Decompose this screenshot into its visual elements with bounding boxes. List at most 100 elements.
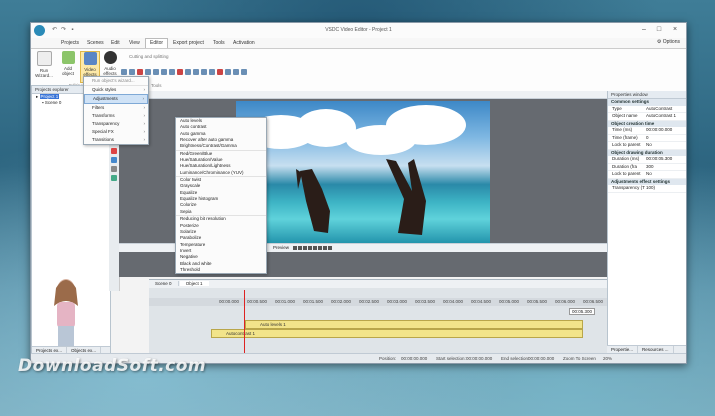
property-value[interactable]: 300 (646, 164, 654, 171)
toolbar-icon[interactable] (111, 157, 117, 163)
tree-item-label: Scene 0 (44, 100, 62, 105)
property-row[interactable]: Transparency (T 100) (608, 185, 686, 193)
menu-item-transforms[interactable]: Transforms › (84, 112, 148, 120)
time-ruler[interactable]: 00:00.000 00:00.500 00:01.000 00:01.500 00:0… (149, 298, 637, 306)
toolbar-icon[interactable] (111, 166, 117, 172)
menu-view[interactable]: View (125, 39, 144, 48)
menu-item-quick-styles[interactable]: Quick styles › (84, 85, 148, 94)
properties-panel: Properties window Common settings Type Aut… (607, 91, 686, 363)
chevron-right-icon: › (143, 137, 146, 142)
submenu-item[interactable]: Red/Green/Blue (176, 149, 266, 157)
submenu-item[interactable]: Reducing bit resolution (176, 215, 266, 222)
tool-icon[interactable] (161, 69, 167, 75)
menu-item-special-fx[interactable]: Special FX › (84, 128, 148, 136)
preview-label[interactable]: Preview (273, 245, 289, 250)
toolbar-icon[interactable] (111, 148, 117, 154)
menu-tools[interactable]: Tools (209, 39, 229, 48)
tab-resources[interactable]: Resources ... (638, 346, 674, 353)
property-row[interactable]: Type AutoContrast (608, 106, 686, 113)
ruler-tick-label: 00:04.000 (443, 299, 464, 304)
tool-icon[interactable] (185, 69, 191, 75)
menu-export-project[interactable]: Export project (169, 39, 208, 48)
status-zoom-value[interactable]: 20% (603, 354, 612, 363)
end-time-badge: 00:05.300 (569, 308, 596, 315)
mute-icon[interactable] (328, 246, 332, 250)
property-key: Time (ms) (612, 127, 633, 132)
window-title: VSDC Video Editor - Project 1 (325, 27, 392, 33)
prev-frame-icon[interactable] (303, 246, 307, 250)
property-key: Duration (ms) (612, 156, 640, 161)
status-zoom-label[interactable]: Zoom To Screen (563, 354, 596, 363)
menu-item-transparency[interactable]: Transparency › (84, 120, 148, 128)
menu-editor[interactable]: Editor (145, 38, 169, 48)
menu-edit[interactable]: Edit (107, 39, 124, 48)
watermark: DownloadSoft.com (18, 356, 207, 376)
property-value[interactable]: 0 (646, 135, 649, 142)
rewind-icon[interactable] (313, 246, 317, 250)
forward-icon[interactable] (318, 246, 322, 250)
add-object-button[interactable]: Add object (59, 51, 77, 81)
close-button[interactable]: × (668, 25, 682, 35)
property-value[interactable]: 00:00:05.300 (646, 156, 672, 163)
menu-scenes[interactable]: Scenes (83, 39, 108, 48)
tool-icon[interactable] (241, 69, 247, 75)
menu-item-run-wizard[interactable]: Run object's wizard... (84, 77, 148, 85)
property-key: Duration (fra (612, 163, 638, 169)
menu-item-transitions[interactable]: Transitions › (84, 136, 148, 144)
maximize-button[interactable]: □ (652, 25, 666, 35)
tool-icon[interactable] (145, 69, 151, 75)
submenu-item[interactable]: Threshold (176, 267, 266, 273)
tab-scene[interactable]: Scene 0 (149, 281, 179, 286)
loop-icon[interactable] (323, 246, 327, 250)
options-button[interactable]: ⚙ Options (657, 39, 680, 45)
add-object-label: Add object (61, 66, 74, 76)
timeline-track[interactable]: Autocontrast 1 (211, 329, 583, 338)
property-value[interactable]: AutoContrast (646, 106, 672, 113)
menu-item-label: Transforms (92, 113, 115, 118)
minimize-button[interactable]: – (637, 25, 651, 35)
timeline-track[interactable]: Auto levels 1 (245, 320, 583, 329)
tool-icon[interactable] (121, 69, 127, 75)
tool-icon[interactable] (225, 69, 231, 75)
right-bottom-tabs: Propertie... Resources ... (607, 345, 686, 353)
property-row[interactable]: Time (ms) 00:00:00.000 (608, 127, 686, 135)
tool-icon[interactable] (201, 69, 207, 75)
property-row[interactable]: Object name AutoContrast 1 (608, 113, 686, 121)
playhead[interactable] (244, 290, 245, 358)
preview-image (236, 101, 490, 245)
tool-icon[interactable] (233, 69, 239, 75)
tool-icon[interactable] (153, 69, 159, 75)
cutting-splitting-label[interactable]: Cutting and splitting (129, 54, 169, 59)
submenu-item[interactable]: Color twist (176, 176, 266, 183)
property-value[interactable]: No (646, 171, 652, 178)
tool-icon[interactable] (209, 69, 215, 75)
tool-icon[interactable] (217, 69, 223, 75)
property-row[interactable]: Duration (fra 300 (608, 163, 686, 171)
menu-item-adjustments[interactable]: Adjustments › (84, 94, 148, 104)
property-value[interactable]: AutoContrast 1 (646, 113, 676, 120)
chevron-right-icon: › (143, 129, 146, 134)
tool-icon[interactable] (193, 69, 199, 75)
tool-icon[interactable] (129, 69, 135, 75)
property-row[interactable]: Lock to parent No (608, 171, 686, 179)
stop-icon[interactable] (298, 246, 302, 250)
play-icon[interactable] (293, 246, 297, 250)
property-value[interactable]: No (646, 142, 652, 149)
tab-properties[interactable]: Propertie... (607, 346, 639, 353)
property-value[interactable]: 00:00:00.000 (646, 127, 672, 134)
property-row[interactable]: Time (frame) 0 (608, 135, 686, 142)
menu-activation[interactable]: Activation (229, 39, 259, 48)
tab-object[interactable]: Object 1 (179, 281, 209, 286)
menu-projects[interactable]: Projects (57, 39, 83, 48)
tool-icon[interactable] (169, 69, 175, 75)
next-frame-icon[interactable] (308, 246, 312, 250)
run-wizard-button[interactable]: Run Wizard... (35, 51, 53, 81)
property-row[interactable]: Lock to parent No (608, 142, 686, 150)
menu-item-filters[interactable]: Filters › (84, 104, 148, 112)
property-row[interactable]: Duration (ms) 00:00:05.300 (608, 156, 686, 164)
toolbar-icon[interactable] (111, 175, 117, 181)
tool-icon[interactable] (177, 69, 183, 75)
tool-icon[interactable] (137, 69, 143, 75)
ruler-tick-label: 00:03.000 (387, 299, 408, 304)
ruler-tick-label: 00:00.500 (247, 299, 268, 304)
